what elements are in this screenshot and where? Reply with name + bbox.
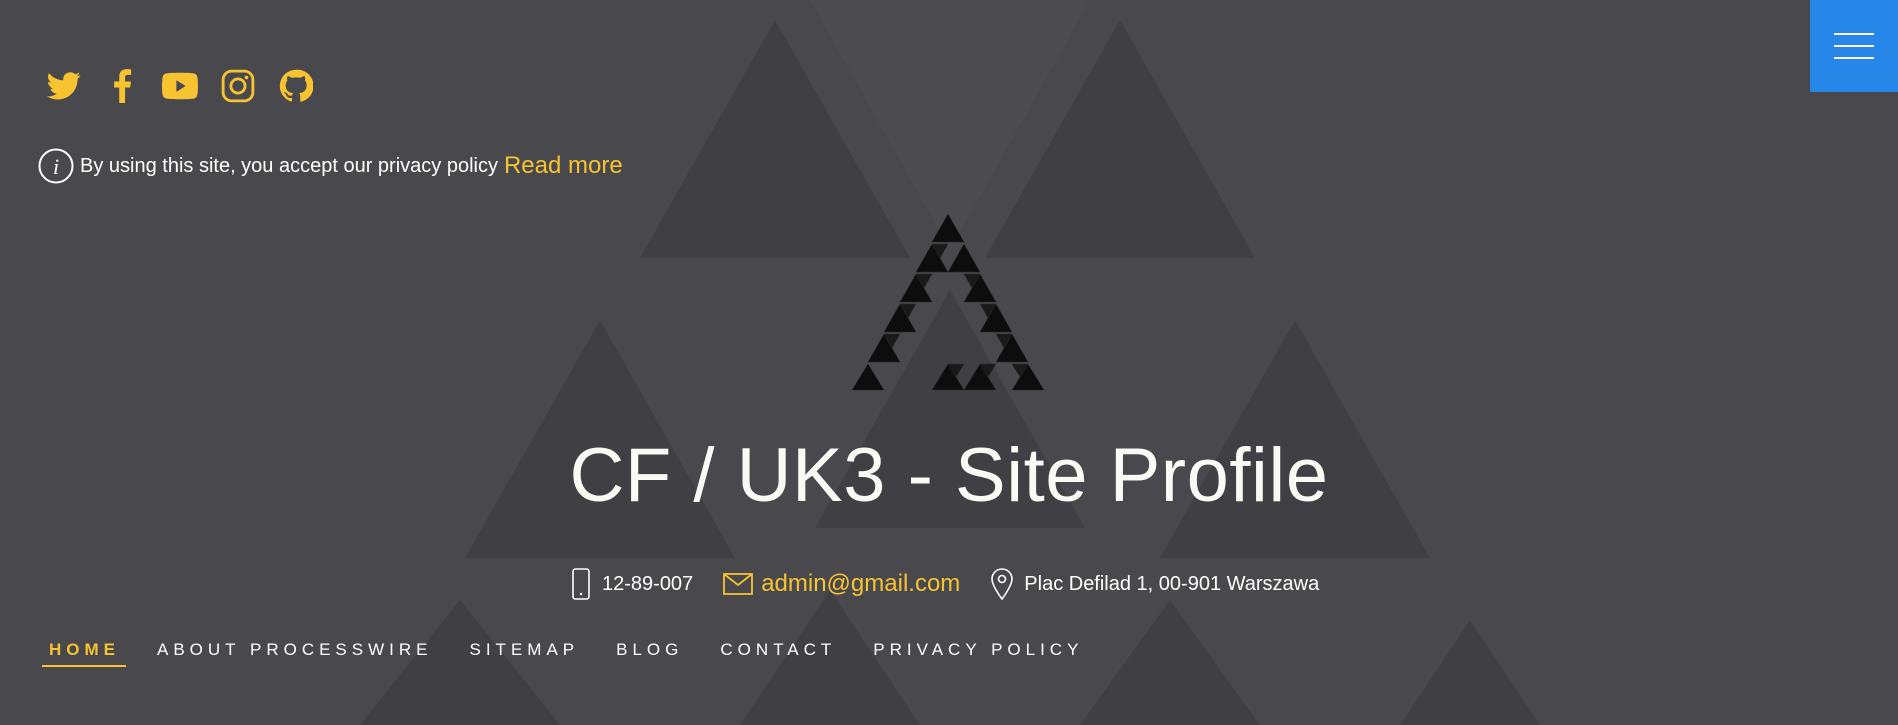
social-links bbox=[46, 68, 314, 104]
hamburger-menu-icon bbox=[1834, 33, 1874, 59]
site-title: CF / UK3 - Site Profile bbox=[569, 433, 1329, 518]
nav-item-home[interactable]: HOME bbox=[42, 636, 126, 667]
email-link[interactable]: admin@gmail.com bbox=[761, 570, 960, 598]
github-icon[interactable] bbox=[278, 68, 314, 104]
nav-item-sitemap[interactable]: SITEMAP bbox=[463, 636, 586, 667]
nav-item-blog[interactable]: BLOG bbox=[609, 636, 689, 667]
site-logo[interactable] bbox=[846, 212, 1050, 392]
nav-item-contact[interactable]: CONTACT bbox=[713, 636, 842, 667]
instagram-icon[interactable] bbox=[220, 68, 256, 104]
privacy-text: By using this site, you accept our priva… bbox=[80, 154, 498, 177]
read-more-link[interactable]: Read more bbox=[504, 152, 623, 180]
contact-info: 12-89-007 admin@gmail.com Plac Defilad 1… bbox=[570, 568, 1349, 600]
contact-email: admin@gmail.com bbox=[723, 570, 960, 598]
menu-toggle-button[interactable] bbox=[1810, 0, 1898, 92]
info-icon: i bbox=[38, 148, 74, 184]
svg-text:i: i bbox=[53, 154, 59, 179]
youtube-icon[interactable] bbox=[162, 68, 198, 104]
location-pin-icon bbox=[991, 568, 1014, 600]
envelope-icon bbox=[723, 573, 754, 595]
phone-number: 12-89-007 bbox=[602, 572, 694, 595]
privacy-notice: i By using this site, you accept our pri… bbox=[38, 148, 623, 184]
twitter-icon[interactable] bbox=[46, 68, 82, 104]
contact-address: Plac Defilad 1, 00-901 Warszawa bbox=[990, 568, 1319, 600]
contact-phone: 12-89-007 bbox=[570, 568, 693, 600]
phone-icon bbox=[572, 568, 590, 600]
main-nav: HOME ABOUT PROCESSWIRE SITEMAP BLOG CONT… bbox=[42, 636, 1113, 667]
nav-item-privacy-policy[interactable]: PRIVACY POLICY bbox=[866, 636, 1089, 667]
facebook-icon[interactable] bbox=[104, 68, 140, 104]
nav-item-about-processwire[interactable]: ABOUT PROCESSWIRE bbox=[150, 636, 439, 667]
address-text: Plac Defilad 1, 00-901 Warszawa bbox=[1024, 572, 1320, 595]
